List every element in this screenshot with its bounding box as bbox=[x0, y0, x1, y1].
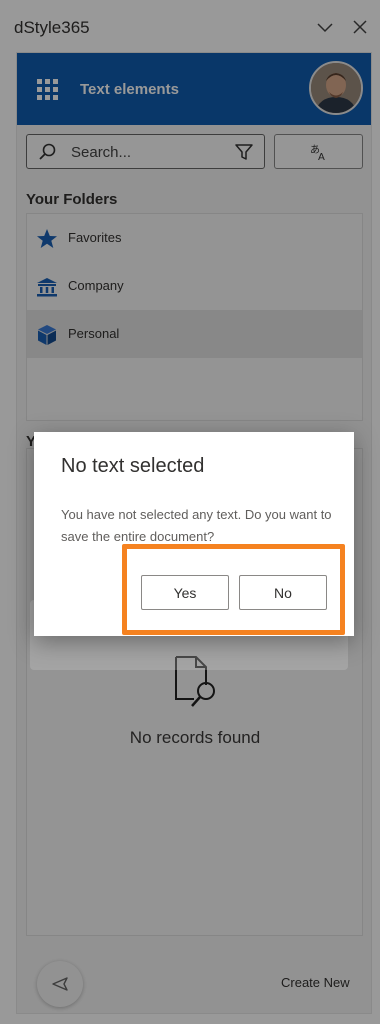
dialog-message: You have not selected any text. Do you w… bbox=[61, 507, 332, 544]
dialog-title: No text selected bbox=[61, 455, 205, 477]
highlight-box bbox=[122, 544, 345, 635]
